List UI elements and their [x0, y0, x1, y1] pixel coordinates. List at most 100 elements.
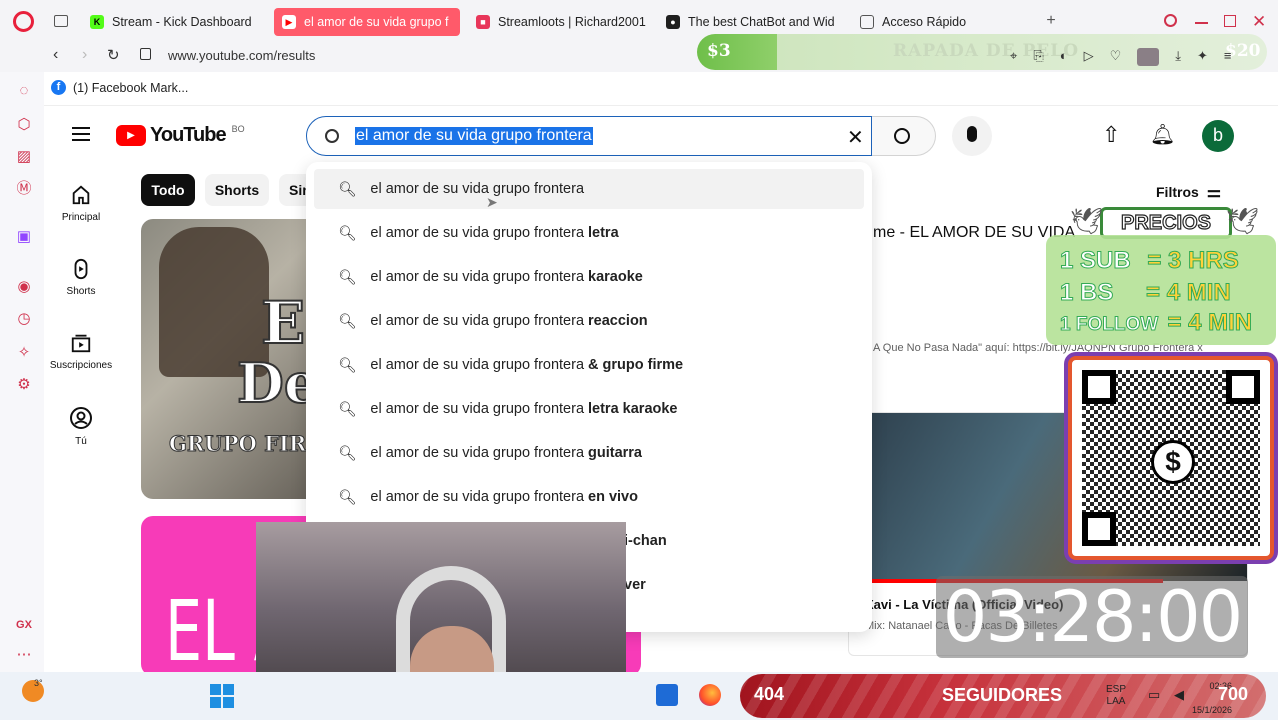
pigeon-right-icon: 🕊︎: [1226, 206, 1260, 236]
suggestion-text: el amor de su vida grupo frontera: [370, 357, 585, 373]
pin-icon[interactable]: ⌖: [1010, 48, 1017, 66]
wand-icon[interactable]: ✦: [1197, 48, 1208, 66]
search-icon: [325, 129, 339, 143]
search-box[interactable]: el amor de su vida grupo frontera ✕: [306, 116, 872, 156]
suggestion-item[interactable]: 🔍︎ el amor de su vida grupo frontera reac…: [314, 301, 864, 341]
account-avatar[interactable]: b: [1202, 120, 1234, 152]
followers-count: 404: [754, 684, 785, 704]
opera-sidebar: ◌ ⬡ ▨ Ⓜ ▣ ◉ ◷ ✧ ⚙ GX ⋯: [0, 72, 44, 672]
settings-icon[interactable]: ⚙: [15, 376, 33, 394]
price-item: 1 FOLLOW: [1059, 314, 1159, 336]
search-icon: 🔍︎: [338, 269, 357, 286]
tab-youtube[interactable]: ▶ el amor de su vida grupo f: [274, 8, 460, 36]
search-button[interactable]: [872, 116, 936, 156]
tab-streamloots[interactable]: ■ Streamloots | Richard2001: [468, 8, 650, 36]
close-window-icon[interactable]: ✕: [1252, 12, 1266, 32]
suggestion-item[interactable]: 🔍︎ el amor de su vida grupo frontera: [314, 169, 864, 209]
bookmark-facebook[interactable]: f (1) Facebook Mark...: [51, 80, 188, 95]
url-field[interactable]: www.youtube.com/results: [168, 48, 315, 63]
heart-icon[interactable]: ♡: [1110, 48, 1122, 66]
tab-quick-access[interactable]: Acceso Rápido: [852, 8, 1022, 36]
store-icon[interactable]: [656, 684, 678, 706]
play-icon[interactable]: ▷: [1084, 48, 1094, 66]
filters-button[interactable]: Filtros ⚌: [1156, 182, 1221, 202]
result-title[interactable]: me - EL AMOR DE SU VIDA: [873, 224, 1075, 242]
nav-you[interactable]: Tú: [44, 406, 118, 447]
suggestion-completion: karaoke: [588, 269, 643, 285]
new-tab-button[interactable]: +: [1043, 13, 1059, 29]
bookmark-label: (1) Facebook Mark...: [73, 80, 189, 95]
snapshot-icon[interactable]: ⎘: [1033, 48, 1043, 66]
clear-search-icon[interactable]: ✕: [847, 125, 864, 150]
pigeon-left-icon: 🕊︎: [1070, 206, 1104, 236]
price-item: 1 SUB: [1060, 247, 1132, 275]
cube-icon[interactable]: ⬡: [15, 116, 33, 134]
tab-overview-icon[interactable]: [54, 15, 68, 27]
profile-avatar-icon[interactable]: [1137, 48, 1160, 66]
search-input[interactable]: el amor de su vida grupo frontera: [355, 127, 593, 145]
hamburger-menu-icon[interactable]: [72, 127, 90, 141]
more-icon[interactable]: ⋯: [15, 646, 33, 664]
youtube-logo[interactable]: ▶ YouTube BO: [116, 124, 245, 147]
price-row: 1 FOLLOW = 4 MIN: [1059, 309, 1252, 337]
search-icon: 🔍︎: [338, 489, 357, 506]
followers-goal-bar: 404 SEGUIDORES ESP LAA ▭ ◀ 02:36 15/1/20…: [740, 674, 1266, 718]
messenger-icon[interactable]: Ⓜ: [15, 180, 33, 198]
suggestion-item[interactable]: 🔍︎ el amor de su vida grupo frontera en v…: [314, 477, 864, 517]
chip-todo[interactable]: Todo: [141, 174, 195, 206]
search-button-icon: [894, 128, 910, 144]
language-code: ESP: [1106, 684, 1127, 695]
reload-icon[interactable]: ↻: [107, 46, 120, 64]
extension-icon[interactable]: ◐: [1060, 48, 1068, 66]
notifications-bell-icon[interactable]: 🔔︎: [1150, 122, 1175, 147]
lock-icon: [140, 48, 151, 60]
firefox-icon[interactable]: [699, 684, 721, 706]
forward-icon[interactable]: ›: [82, 46, 87, 64]
suggestion-item[interactable]: 🔍︎ el amor de su vida grupo frontera guit…: [314, 433, 864, 473]
search-tabs-icon[interactable]: [1164, 14, 1177, 27]
grid-icon: [860, 15, 874, 29]
upload-icon[interactable]: ⇧: [1102, 122, 1120, 148]
aria-icon[interactable]: ◌: [15, 82, 33, 100]
search-icon: 🔍︎: [338, 313, 357, 330]
tab-kick[interactable]: K Stream - Kick Dashboard: [82, 8, 267, 36]
nav-label: Suscripciones: [49, 360, 113, 371]
tab-label: Acceso Rápido: [882, 15, 967, 29]
weather-widget[interactable]: 3°: [22, 678, 44, 702]
suggestion-item[interactable]: 🔍︎ el amor de su vida grupo frontera & gr…: [314, 345, 864, 385]
player-icon[interactable]: ◉: [15, 278, 33, 296]
network-icon[interactable]: ▭: [1148, 687, 1160, 703]
extensions-row: ⌖ ⎘ ◐ ▷ ♡ ⤓ ✦ ≡: [1010, 48, 1260, 66]
donation-amount: $3: [707, 41, 731, 61]
download-icon[interactable]: ⤓: [1175, 48, 1181, 66]
extensions-icon[interactable]: ✧: [15, 344, 33, 362]
twitch-icon[interactable]: ▣: [15, 228, 33, 246]
language-indicator[interactable]: ESP LAA: [1106, 684, 1126, 708]
suggestion-item[interactable]: 🔍︎ el amor de su vida grupo frontera letr…: [314, 389, 864, 429]
voice-search-button[interactable]: [952, 116, 992, 156]
nav-shorts[interactable]: Shorts: [44, 258, 118, 297]
price-item: 1 BS: [1059, 279, 1114, 307]
history-icon[interactable]: ◷: [15, 310, 33, 328]
chip-shorts[interactable]: Shorts: [205, 174, 269, 206]
price-value: = 3 HRS: [1147, 247, 1239, 275]
suggestion-item[interactable]: 🔍︎ el amor de su vida grupo frontera kara…: [314, 257, 864, 297]
nav-label: Shorts: [66, 286, 96, 297]
start-button[interactable]: [210, 684, 234, 708]
back-icon[interactable]: ‹: [53, 46, 58, 64]
wallet-icon[interactable]: ▨: [15, 148, 33, 166]
suggestion-item[interactable]: 🔍︎ el amor de su vida grupo frontera letr…: [314, 213, 864, 253]
nav-subscriptions[interactable]: Suscripciones: [44, 332, 118, 371]
windows-taskbar: 3° 404 SEGUIDORES ESP LAA ▭ ◀ 02:36 15/1…: [0, 672, 1278, 720]
minimize-icon[interactable]: [1195, 22, 1208, 24]
tab-chatbot[interactable]: ● The best ChatBot and Wid: [658, 8, 843, 36]
volume-icon[interactable]: ◀: [1174, 687, 1184, 703]
tab-label: Streamloots | Richard2001: [498, 15, 646, 29]
gx-icon[interactable]: GX: [15, 616, 33, 634]
search-icon: 🔍︎: [338, 225, 357, 242]
opera-logo-icon[interactable]: [13, 11, 34, 32]
suggestion-completion: i-chan: [624, 533, 667, 549]
nav-principal[interactable]: Principal: [44, 184, 118, 223]
menu-icon[interactable]: ≡: [1224, 48, 1232, 66]
maximize-icon[interactable]: [1224, 15, 1236, 27]
